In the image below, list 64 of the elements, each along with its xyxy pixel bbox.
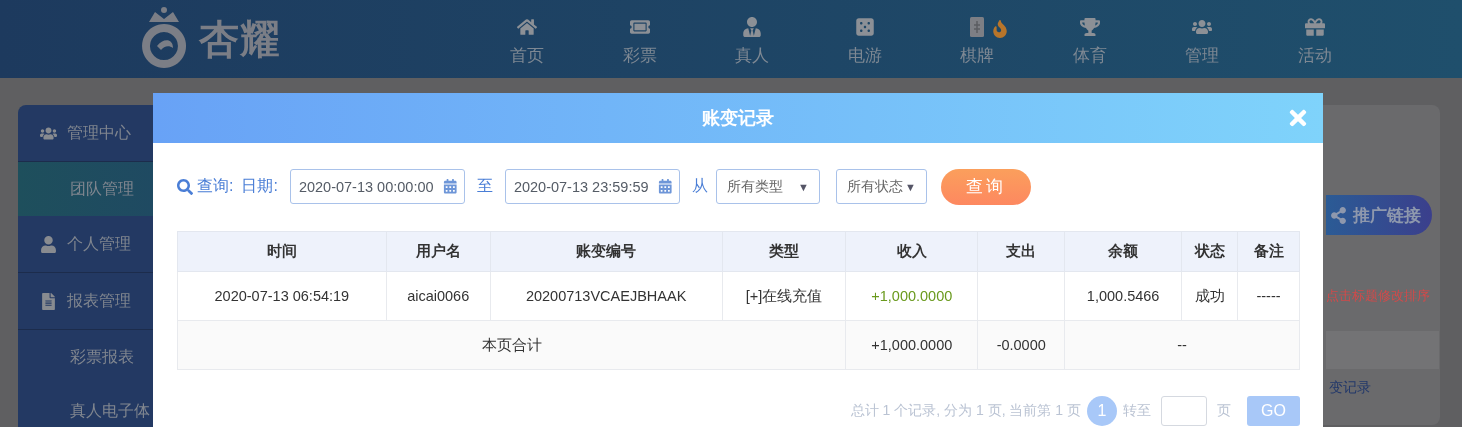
go-button[interactable]: GO <box>1247 396 1300 426</box>
column-header[interactable]: 时间 <box>177 231 387 272</box>
column-header[interactable]: 备注 <box>1237 231 1300 272</box>
page-number[interactable]: 1 <box>1087 396 1117 426</box>
sidebar-item[interactable]: 真人电子体 <box>18 384 153 427</box>
nav-item[interactable]: 真人 <box>696 11 809 67</box>
search-icon <box>177 178 193 195</box>
nav-item[interactable]: 棋牌 <box>921 11 1034 67</box>
nav-item[interactable]: 活动 <box>1258 11 1371 67</box>
column-header[interactable]: 余额 <box>1064 231 1182 272</box>
person-icon <box>742 16 763 37</box>
dialog-title: 账变记录 <box>702 107 774 130</box>
date-label: 日期: <box>241 176 278 196</box>
to-label: 至 <box>476 176 493 196</box>
document-icon <box>40 292 57 310</box>
table-cell: +1,000.0000 <box>845 320 978 370</box>
status-select[interactable]: 所有状态▼ <box>835 169 927 204</box>
share-icon <box>1330 206 1347 224</box>
nav-item[interactable]: 彩票 <box>583 11 696 67</box>
home-icon <box>517 16 538 37</box>
gift-icon <box>1304 16 1325 37</box>
goto-label: 转至 <box>1123 402 1151 420</box>
user-icon <box>40 235 57 253</box>
sidebar-item[interactable]: 团队管理 <box>18 162 153 216</box>
table-cell: 20200713VCAEJBHAAK <box>490 271 723 321</box>
query-label: 查询: <box>197 176 234 196</box>
table-cell: ----- <box>1237 271 1300 321</box>
end-date-field[interactable]: 2020-07-13 23:59:59 <box>504 169 680 204</box>
nav-item[interactable]: 体育 <box>1033 11 1146 67</box>
nav-item[interactable]: 管理 <box>1146 11 1259 67</box>
table-cell: 1,000.5466 <box>1064 271 1182 321</box>
table-cell: 本页合计 <box>177 320 846 370</box>
table-cell: 成功 <box>1181 271 1238 321</box>
column-header[interactable]: 账变编号 <box>490 231 723 272</box>
table-cell: -- <box>1064 320 1300 370</box>
sort-hint: 点击标题修改排序 <box>1326 287 1431 305</box>
table-cell: 2020-07-13 06:54:19 <box>177 271 387 321</box>
column-header[interactable]: 状态 <box>1181 231 1238 272</box>
calendar-icon <box>658 179 673 194</box>
nav-item[interactable]: 电游 <box>808 11 921 67</box>
type-select[interactable]: 所有类型 ▼ <box>715 169 820 204</box>
dice-icon <box>854 16 875 37</box>
table-cell: +1,000.0000 <box>845 271 978 321</box>
column-header[interactable]: 支出 <box>977 231 1065 272</box>
promo-button[interactable]: 推广链接 <box>1326 195 1432 235</box>
column-header[interactable]: 类型 <box>722 231 846 272</box>
column-header[interactable]: 收入 <box>845 231 978 272</box>
query-button[interactable]: 查询 <box>940 168 1031 205</box>
from-label: 从 <box>691 176 708 196</box>
nav-item[interactable]: 首页 <box>471 11 584 67</box>
trophy-icon <box>1079 16 1100 37</box>
table-cell: [+]在线充值 <box>722 271 846 321</box>
tile-icon <box>969 15 986 38</box>
record-link[interactable]: 变记录 <box>1329 379 1436 397</box>
table-cell: aicai0066 <box>386 271 491 321</box>
sidebar-item[interactable]: 彩票报表 <box>18 330 153 384</box>
table-cell: -0.0000 <box>977 320 1065 370</box>
column-header[interactable]: 用户名 <box>386 231 491 272</box>
start-date-field[interactable]: 2020-07-13 00:00:00 <box>289 169 465 204</box>
calendar-icon <box>443 179 458 194</box>
logo-text: 杏耀 <box>199 15 281 63</box>
page-summary: 总计 1 个记录, 分为 1 页, 当前第 1 页 <box>850 402 1081 420</box>
page-unit: 页 <box>1217 402 1231 420</box>
page-input[interactable] <box>1161 396 1207 426</box>
